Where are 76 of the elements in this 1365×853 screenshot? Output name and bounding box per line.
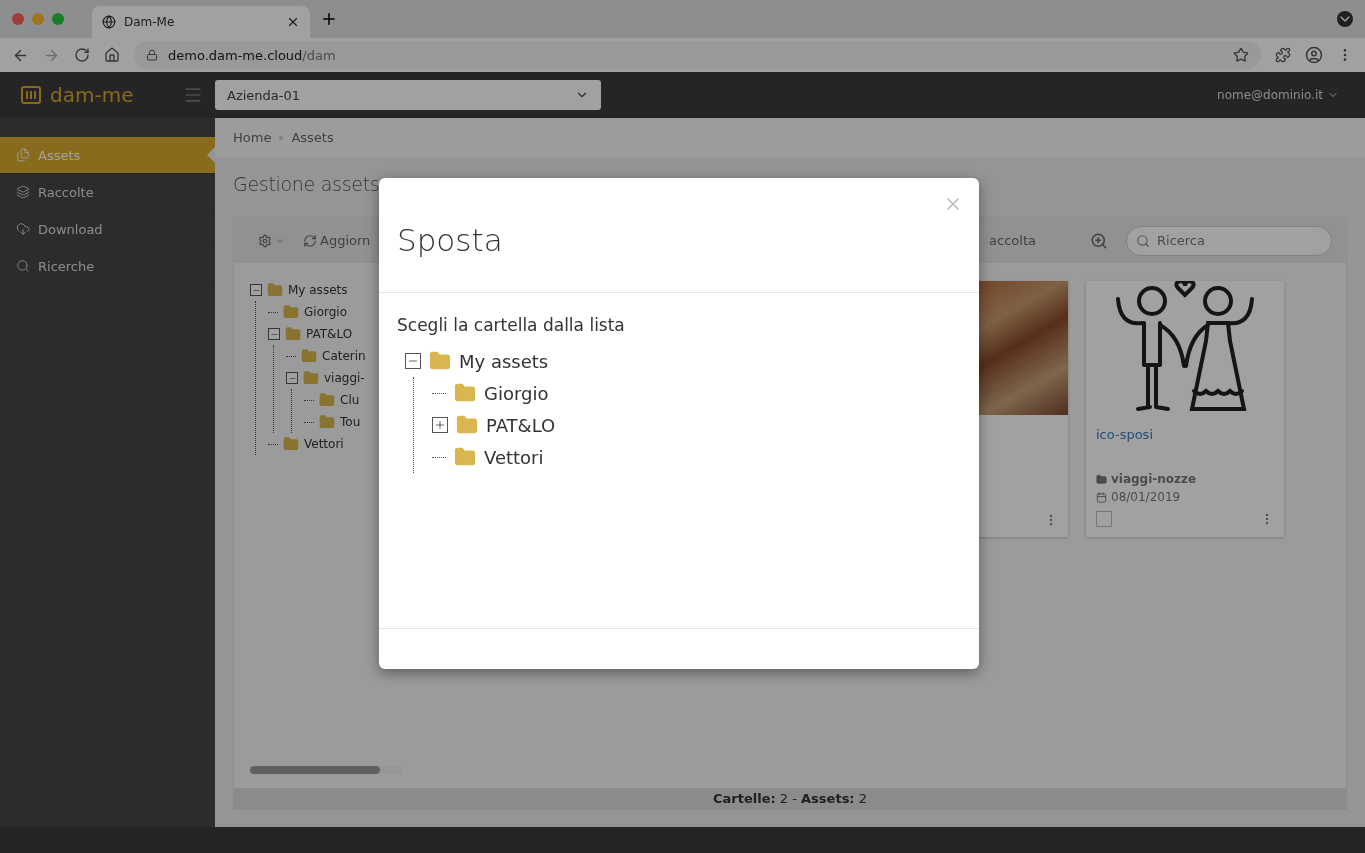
refresh-icon <box>303 233 317 248</box>
company-select[interactable]: Azienda-01 <box>215 80 601 110</box>
sidebar-item[interactable]: Ricerche <box>0 248 215 285</box>
new-tab-icon[interactable] <box>320 10 338 28</box>
files-icon <box>16 148 30 162</box>
folder-label[interactable]: PAT&LO <box>306 327 353 341</box>
folder-label[interactable]: My assets <box>459 350 549 372</box>
profile-icon[interactable] <box>1305 46 1323 64</box>
folder-icon <box>283 304 299 320</box>
folder-label[interactable]: Vettori <box>484 446 544 468</box>
folder-label[interactable]: PAT&LO <box>486 414 556 436</box>
reload-icon[interactable] <box>74 47 90 63</box>
folder-label[interactable]: My assets <box>288 283 348 297</box>
folder-icon <box>454 446 476 468</box>
calendar-icon <box>1096 491 1107 503</box>
folder-label[interactable]: Giorgio <box>304 305 347 319</box>
asset-folder: viaggi-nozze <box>1111 472 1197 486</box>
star-icon[interactable] <box>1233 47 1249 63</box>
folder-label[interactable]: Tou <box>340 415 361 429</box>
folder-icon <box>429 350 451 372</box>
settings-button[interactable] <box>258 233 285 248</box>
lock-icon <box>146 49 158 61</box>
asset-date: 08/01/2019 <box>1111 490 1181 504</box>
address-field[interactable]: demo.dam-me.cloud/dam <box>134 41 1261 69</box>
dialog-title: Sposta <box>397 222 503 260</box>
folder-label[interactable]: Caterin <box>322 349 366 363</box>
folder-label[interactable]: Giorgio <box>484 382 549 404</box>
folder-icon <box>454 382 476 404</box>
status-text: Cartelle: 2 - Assets: 2 <box>234 788 1346 809</box>
cloud-download-icon <box>16 222 30 236</box>
extensions-icon[interactable] <box>1275 47 1291 63</box>
breadcrumb-link[interactable]: Assets <box>291 130 334 145</box>
folder-icon <box>285 326 301 342</box>
folder-icon <box>283 436 299 452</box>
search-icon <box>16 259 30 273</box>
gear-icon <box>258 233 272 248</box>
tab-title: Dam-Me <box>124 15 176 29</box>
folder-icon <box>1096 473 1107 485</box>
logo-text: dam-me <box>50 83 134 107</box>
tree-toggle[interactable] <box>432 417 448 433</box>
folder-icon <box>319 414 335 430</box>
folder-label[interactable]: Clu <box>340 393 360 407</box>
folder-icon <box>267 282 283 298</box>
folder-icon <box>456 414 478 436</box>
folder-label[interactable]: viaggi- <box>324 371 365 385</box>
close-icon[interactable] <box>286 15 300 29</box>
search-icon <box>1136 233 1150 248</box>
folder-icon <box>319 392 335 408</box>
browser-tab[interactable]: Dam-Me <box>92 6 310 38</box>
folder-icon <box>301 348 317 364</box>
sidebar-item[interactable]: Raccolte <box>0 174 215 211</box>
select-checkbox[interactable] <box>1096 511 1112 527</box>
refresh-button[interactable]: Aggiorn <box>303 233 371 248</box>
logo-icon <box>20 84 42 106</box>
tab-list-icon[interactable] <box>1337 11 1353 27</box>
breadcrumb-link[interactable]: Home <box>233 130 272 145</box>
tree-toggle[interactable] <box>250 284 262 296</box>
zoom-in-icon[interactable] <box>1090 231 1108 250</box>
search-field[interactable]: Ricerca <box>1126 225 1332 256</box>
scrollbar[interactable] <box>250 766 402 774</box>
folder-label[interactable]: Vettori <box>304 437 344 451</box>
plus-icon <box>434 419 446 431</box>
tree-toggle[interactable] <box>405 353 421 369</box>
sidebar-item[interactable]: Download <box>0 211 215 248</box>
globe-icon <box>102 15 116 29</box>
layers-icon <box>16 185 30 199</box>
collection-button[interactable]: accolta <box>989 233 1036 248</box>
dialog-prompt: Scegli la cartella dalla lista <box>397 315 626 335</box>
asset-card[interactable]: ico-sposi viaggi-nozze 08/01/2019 <box>1086 281 1284 537</box>
tree-toggle[interactable] <box>268 328 280 340</box>
user-menu[interactable]: nome@dominio.it <box>1217 88 1339 102</box>
folder-icon <box>303 370 319 386</box>
tree-toggle[interactable] <box>286 372 298 384</box>
home-icon[interactable] <box>104 47 120 63</box>
page-title: Gestione assets <box>233 173 381 197</box>
asset-title[interactable]: ico-sposi <box>1096 427 1274 442</box>
